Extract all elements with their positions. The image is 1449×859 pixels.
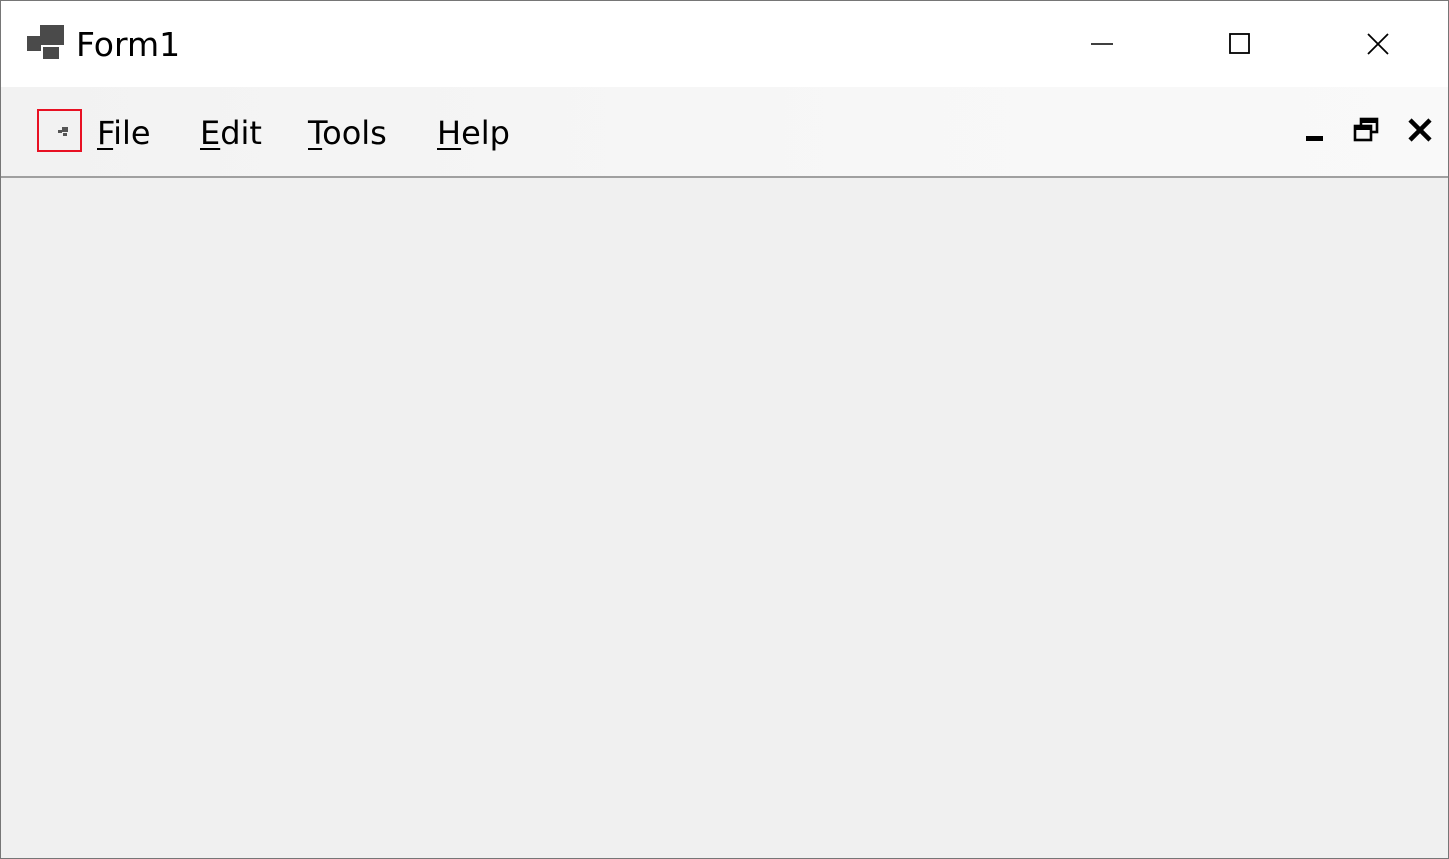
mdi-minimize-icon (1306, 136, 1323, 141)
menu-file[interactable]: File (97, 113, 151, 153)
title-bar[interactable]: Form1 (1, 1, 1448, 87)
menu-help-label: elp (461, 114, 510, 152)
close-button[interactable] (1309, 1, 1447, 87)
minimize-button[interactable] (1033, 1, 1171, 87)
menu-help[interactable]: Help (437, 113, 510, 153)
menu-tools-label: ools (322, 114, 387, 152)
mdi-close-icon (1408, 118, 1432, 142)
menu-file-mnemonic: F (97, 114, 114, 152)
app-icon[interactable] (27, 25, 65, 59)
mdi-restore-icon (1353, 117, 1379, 142)
menu-edit-label: dit (220, 114, 262, 152)
mdi-restore-button[interactable] (1351, 115, 1381, 145)
minimize-icon (1091, 43, 1113, 45)
menu-edit[interactable]: Edit (200, 113, 262, 153)
maximize-icon (1229, 33, 1250, 54)
menu-tools-mnemonic: T (308, 114, 323, 152)
mdi-minimize-button[interactable] (1299, 115, 1329, 145)
main-window: Form1 File Edit Tools Help (0, 0, 1449, 859)
menu-help-mnemonic: H (437, 114, 462, 152)
window-title: Form1 (76, 25, 181, 64)
mdi-client-area[interactable] (1, 178, 1448, 858)
menu-tools[interactable]: Tools (308, 113, 387, 153)
close-icon (1367, 33, 1389, 55)
menu-bar: File Edit Tools Help (1, 87, 1448, 178)
maximize-button[interactable] (1171, 1, 1309, 87)
mdi-child-icon (58, 127, 68, 136)
mdi-child-system-menu[interactable] (37, 109, 82, 152)
mdi-close-button[interactable] (1405, 115, 1435, 145)
menu-file-label: ile (113, 114, 151, 152)
menu-edit-mnemonic: E (200, 114, 221, 152)
